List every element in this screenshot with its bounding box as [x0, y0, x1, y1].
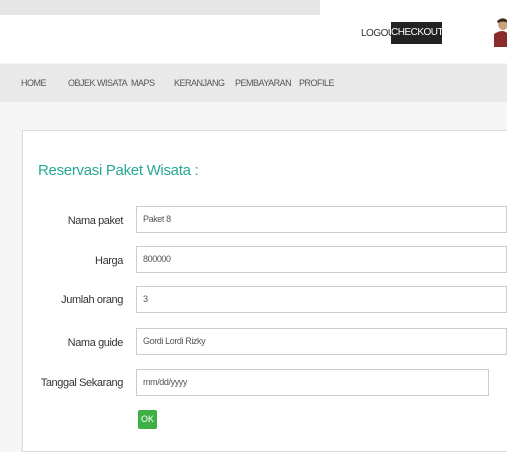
nav-keranjang[interactable]: KERANJANG [174, 78, 225, 88]
avatar[interactable] [494, 17, 507, 47]
tanggal-sekarang-field[interactable]: mm/dd/yyyy [136, 369, 489, 396]
label-harga: Harga [95, 255, 123, 267]
user-avatar-icon [494, 18, 507, 47]
label-nama-guide: Nama guide [67, 337, 124, 349]
nav-profile[interactable]: PROFILE [299, 78, 335, 88]
top-strip [0, 0, 507, 15]
ok-button[interactable]: OK [138, 410, 157, 429]
top-shade [0, 0, 320, 15]
harga-field[interactable]: 800000 [136, 246, 507, 273]
form-title: Reservasi Paket Wisata : [38, 162, 199, 179]
nav-objek-wisata[interactable]: OBJEK WISATA [68, 78, 128, 88]
label-nama-paket: Nama paket [67, 215, 124, 227]
main-navbar: HOME OBJEK WISATA MAPS KERANJANG PEMBAYA… [0, 64, 507, 102]
nama-guide-field[interactable]: Gordi Lordi Rizky [136, 328, 507, 355]
nav-pembayaran[interactable]: PEMBAYARAN [235, 78, 292, 88]
checkout-button[interactable]: CHECKOUT [391, 22, 444, 44]
nama-paket-field[interactable]: Paket 8 [136, 206, 507, 233]
jumlah-orang-field[interactable]: 3 [136, 286, 507, 313]
nav-home[interactable]: HOME [21, 78, 47, 88]
label-tanggal-sekarang: Tanggal Sekarang [40, 377, 124, 389]
label-jumlah-orang: Jumlah orang [61, 294, 123, 306]
nav-maps[interactable]: MAPS [131, 78, 155, 88]
